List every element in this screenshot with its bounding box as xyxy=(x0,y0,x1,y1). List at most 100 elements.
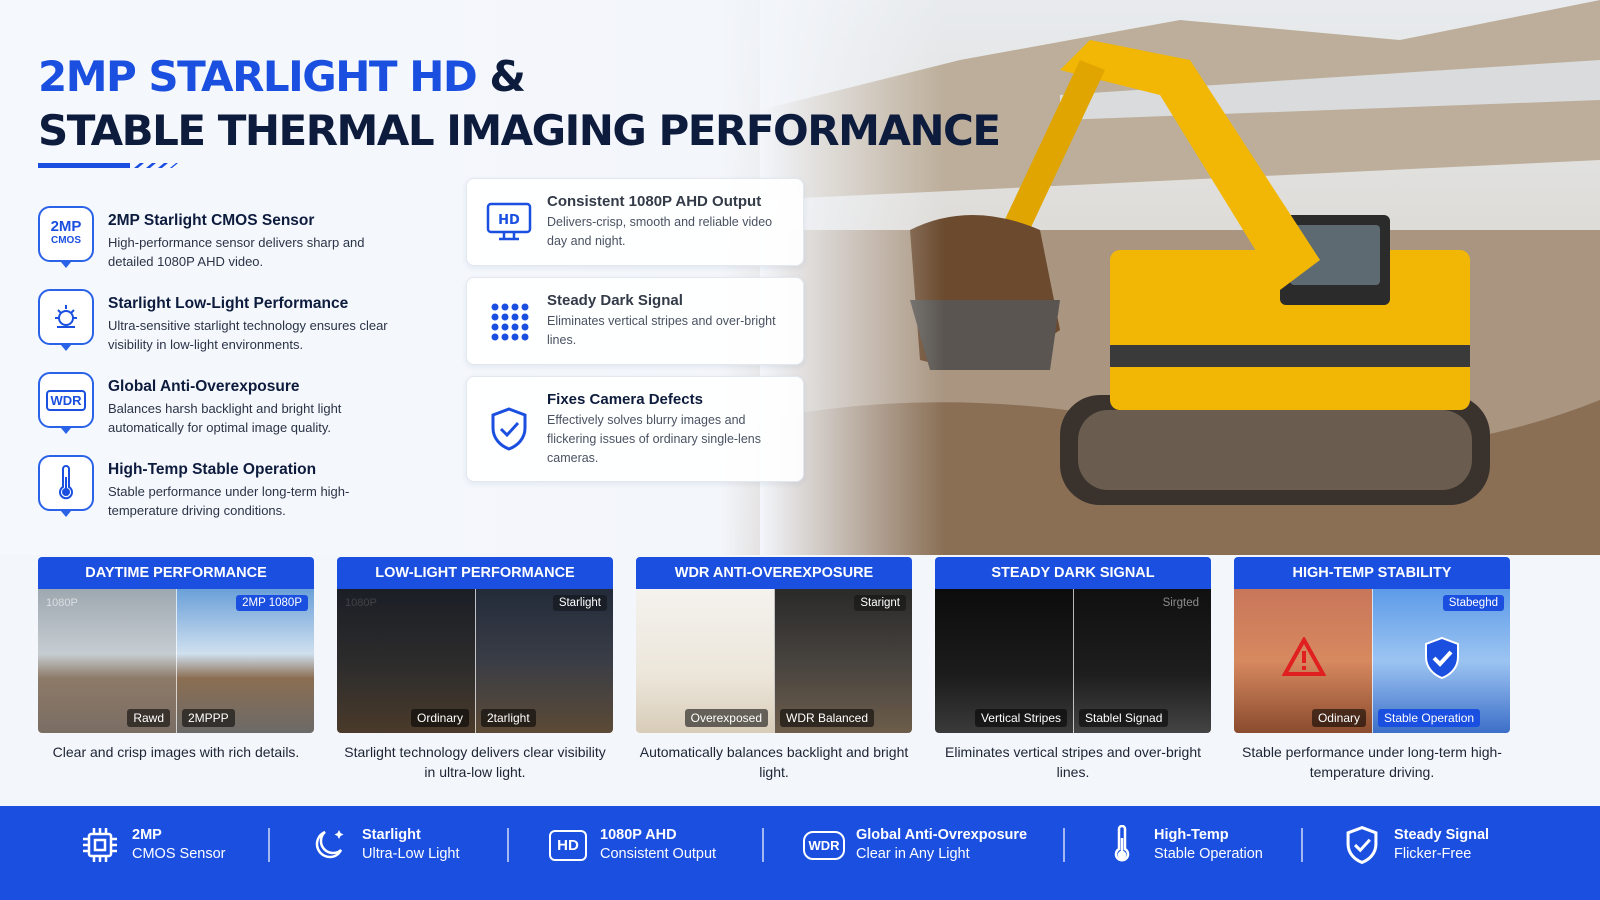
panel-tag-right-top: Sirgted xyxy=(1162,597,1199,609)
panel-tag-right-top: 2MP 1080P xyxy=(236,595,308,611)
panel-tag-left: Odinary xyxy=(1311,709,1366,727)
panel-header: DAYTIME PERFORMANCE xyxy=(38,557,314,589)
feature-desc: Stable performance under long-term high-… xyxy=(108,484,350,518)
wdr-icon: WDR xyxy=(38,372,94,434)
headline: 2MP STARLIGHT HD & STABLE THERMAL IMAGIN… xyxy=(38,50,1001,158)
panel-tag-right: Stablel Signad xyxy=(1079,709,1169,727)
shield-check-icon xyxy=(1425,636,1459,680)
warning-icon xyxy=(1282,637,1326,676)
panel-header: HIGH-TEMP STABILITY xyxy=(1234,557,1510,589)
card-dark-signal: Steady Dark Signal Eliminates vertical s… xyxy=(466,277,804,365)
feature-desc: High-performance sensor delivers sharp a… xyxy=(108,235,365,269)
dot-grid-icon xyxy=(485,292,533,350)
panel-caption: Starlight technology delivers clear visi… xyxy=(344,744,606,780)
wdr-icon: WDR xyxy=(803,825,845,865)
bar-item-title: 2MP xyxy=(132,827,162,843)
title-underline xyxy=(38,163,178,168)
bar-item-sub: Stable Operation xyxy=(1154,846,1263,862)
card-desc: Delivers-crisp, smooth and reliable vide… xyxy=(547,215,773,248)
card-1080p: HD Consistent 1080P AHD Output Delivers-… xyxy=(466,178,804,266)
bar-item-sub: Ultra-Low Light xyxy=(362,846,460,862)
bar-item-starlight: Starlight Ultra-Low Light xyxy=(310,825,460,865)
wdr-excavator-image: Starignt Overexposed WDR Balanced xyxy=(636,589,912,733)
panel-caption: Eliminates vertical stripes and over-bri… xyxy=(945,744,1201,780)
headline-line1: 2MP STARLIGHT HD xyxy=(38,52,478,101)
feature-desc: Balances harsh backlight and bright ligh… xyxy=(108,401,342,435)
headline-ampersand: & xyxy=(489,52,526,101)
chip-icon-sublabel: CMOS xyxy=(51,235,81,246)
dark-road-image: Sirgted Vertical Stripes Stablel Signad xyxy=(935,589,1211,733)
chip-icon xyxy=(80,825,120,865)
card-fixes-defects: Fixes Camera Defects Effectively solves … xyxy=(466,376,804,482)
card-title: Steady Dark Signal xyxy=(547,292,683,309)
bar-item-title: High-Temp xyxy=(1154,827,1229,843)
panel-header: LOW-LIGHT PERFORMANCE xyxy=(337,557,613,589)
bar-item-high-temp: High-Temp Stable Operation xyxy=(1102,825,1263,865)
panel-tag-right-top: Stabeghd xyxy=(1442,595,1504,611)
shield-check-icon xyxy=(485,391,533,467)
hd-monitor-icon: HD xyxy=(485,193,533,251)
hd-icon-label: HD xyxy=(549,829,587,861)
bar-item-steady-signal: Steady Signal Flicker-Free xyxy=(1342,825,1489,865)
bar-item-sub: CMOS Sensor xyxy=(132,846,226,862)
panel-daytime: DAYTIME PERFORMANCE 1080P 2MP 1080P Rawd… xyxy=(38,557,314,762)
panel-wdr: WDR ANTI-OVEREXPOSURE Starignt Overexpos… xyxy=(636,557,912,782)
wdr-icon-label: WDR xyxy=(46,389,86,411)
panel-tag-left: Rawd xyxy=(127,709,170,727)
bar-item-wdr: WDR Global Anti-Ovrexposure Clear in Any … xyxy=(803,825,1028,865)
thermometer-icon xyxy=(38,455,94,517)
bar-item-title: Steady Signal xyxy=(1394,827,1490,843)
bar-item-1080p: HD 1080P AHD Consistent Output xyxy=(548,825,716,865)
panel-tag-right: 2MPPP xyxy=(182,709,235,727)
bar-item-sub: Clear in Any Light xyxy=(856,846,970,862)
panel-caption: Automatically balances backlight and bri… xyxy=(639,744,909,780)
panel-caption: Clear and crisp images with rich details… xyxy=(52,744,300,760)
panel-tag-left: Overexposed xyxy=(684,709,768,727)
panel-tag-right-top: Starlight xyxy=(552,595,607,611)
panel-header: STEADY DARK SIGNAL xyxy=(935,557,1211,589)
wdr-icon-label: WDR xyxy=(803,830,845,860)
card-title: Fixes Camera Defects xyxy=(547,391,703,408)
bar-item-sub: Flicker-Free xyxy=(1394,846,1472,862)
bar-divider xyxy=(1301,828,1303,862)
shield-check-icon xyxy=(1342,825,1382,865)
panel-caption: Stable performance under long-term high-… xyxy=(1242,744,1502,780)
panel-tag-right: WDR Balanced xyxy=(780,709,875,727)
sun-moon-icon xyxy=(38,289,94,351)
panel-tag-left: Vertical Stripes xyxy=(974,709,1067,727)
panel-tag-left-top: 1080P xyxy=(46,597,78,609)
feature-title: Starlight Low-Light Performance xyxy=(108,295,349,312)
panel-tag-right: 2tarlight xyxy=(481,709,536,727)
bar-item-cmos: 2MP CMOS Sensor xyxy=(80,825,225,865)
panel-high-temp: HIGH-TEMP STABILITY Stabeghd Odinary Sta… xyxy=(1234,557,1510,782)
feature-wdr: WDR Global Anti-Overexposure Balances ha… xyxy=(38,372,438,437)
headline-line2: STABLE THERMAL IMAGING PERFORMANCE xyxy=(38,106,1001,155)
bar-divider xyxy=(1063,828,1065,862)
feature-hightemp: High-Temp Stable Operation Stable perfor… xyxy=(38,455,438,520)
panel-tag-left: Ordinary xyxy=(410,709,469,727)
daytime-road-image: 1080P 2MP 1080P Rawd 2MPPP xyxy=(38,589,314,733)
bar-item-title: Starlight xyxy=(362,827,421,843)
low-light-excavator-image: 1080P Starlight Ordinary 2tarlight xyxy=(337,589,613,733)
panel-tag-left-top: 1080P xyxy=(345,597,377,609)
card-desc: Effectively solves blurry images and fli… xyxy=(547,413,761,465)
feature-title: 2MP Starlight CMOS Sensor xyxy=(108,212,315,229)
moon-star-icon xyxy=(310,825,350,865)
panel-low-light: LOW-LIGHT PERFORMANCE 1080P Starlight Or… xyxy=(337,557,613,782)
card-desc: Eliminates vertical stripes and over-bri… xyxy=(547,314,776,347)
feature-title: Global Anti-Overexposure xyxy=(108,378,300,395)
panel-tag-right-top: Starignt xyxy=(854,595,906,611)
feature-desc: Ultra-sensitive starlight technology ens… xyxy=(108,318,388,352)
feature-cmos: 2MP CMOS 2MP Starlight CMOS Sensor High-… xyxy=(38,206,438,271)
bar-item-title: 1080P AHD xyxy=(600,827,677,843)
bar-item-title: Global Anti-Ovrexposure xyxy=(856,827,1028,843)
bar-divider xyxy=(507,828,509,862)
thermometer-icon xyxy=(1102,825,1142,865)
panel-tag-right: Stable Operation xyxy=(1378,709,1481,727)
panel-header: WDR ANTI-OVEREXPOSURE xyxy=(636,557,912,589)
bar-item-sub: Consistent Output xyxy=(600,846,717,862)
chip-icon: 2MP CMOS xyxy=(38,206,94,268)
high-temp-image: Stabeghd Odinary Stable Operation xyxy=(1234,589,1510,733)
feature-bar: 2MP CMOS Sensor Starlight Ultra-Low Light … xyxy=(0,806,1600,900)
bar-divider xyxy=(268,828,270,862)
